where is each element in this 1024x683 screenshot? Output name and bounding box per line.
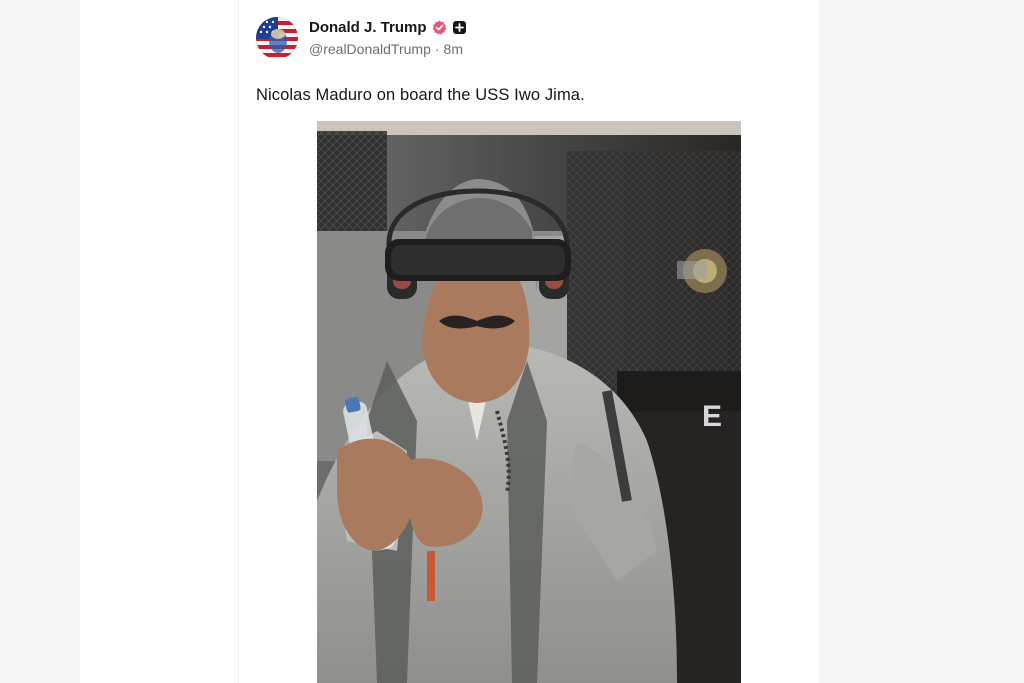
page-background-right — [819, 0, 1024, 683]
avatar[interactable] — [256, 17, 298, 59]
author-handle[interactable]: @realDonaldTrump — [309, 41, 431, 57]
garment-lettering: E — [702, 400, 722, 433]
post-card: Donald J. Trump @realDonaldTrump · 8m Ni… — [239, 0, 819, 683]
author-handle-row: @realDonaldTrump · 8m — [309, 41, 463, 57]
meta-separator: · — [434, 41, 440, 57]
verified-badge-icon — [432, 20, 447, 35]
author-display-name[interactable]: Donald J. Trump — [309, 19, 427, 36]
author-name-row: Donald J. Trump — [309, 17, 467, 37]
post-image[interactable]: E — [317, 121, 741, 683]
plus-square-icon — [452, 20, 467, 35]
post-timestamp[interactable]: 8m — [444, 41, 463, 57]
left-column — [80, 0, 239, 683]
page-background-left — [0, 0, 80, 683]
post-text: Nicolas Maduro on board the USS Iwo Jima… — [256, 86, 585, 104]
